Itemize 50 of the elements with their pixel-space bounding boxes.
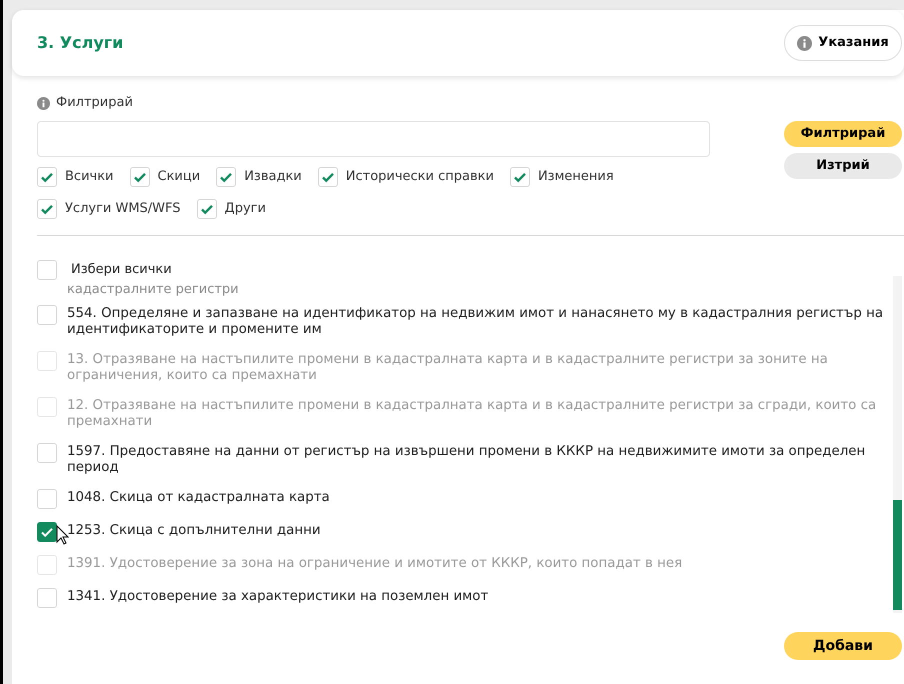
- scrollbar-thumb[interactable]: [893, 500, 902, 610]
- checkbox[interactable]: [37, 305, 57, 325]
- checkbox[interactable]: [37, 443, 57, 463]
- service-label: 1253. Скица с допълнителни данни: [67, 522, 321, 539]
- add-button[interactable]: Добави: [784, 632, 902, 660]
- info-icon: [797, 36, 812, 50]
- check-icon: [40, 525, 54, 539]
- list-item-text: кадастралните регистри: [66, 282, 240, 298]
- checkbox[interactable]: [37, 199, 57, 219]
- checkbox[interactable]: [216, 167, 236, 187]
- check-icon: [40, 170, 54, 184]
- cursor-icon: [56, 525, 69, 545]
- check-icon: [512, 170, 527, 184]
- category-label: Скици: [158, 168, 200, 186]
- checkbox[interactable]: [37, 167, 57, 187]
- section-title: 3. Услуги: [37, 32, 124, 54]
- check-icon: [320, 170, 335, 184]
- clear-button[interactable]: Изтрий: [784, 153, 902, 179]
- check-icon: [200, 202, 214, 216]
- checkbox[interactable]: [318, 167, 338, 187]
- select-all-label: Избери всички: [71, 261, 172, 280]
- category-label: Исторически справки: [346, 168, 494, 186]
- checkbox[interactable]: [37, 522, 57, 542]
- check-icon: [40, 202, 54, 216]
- category-label: Други: [224, 200, 266, 218]
- service-label: 1597. Предоставяне на данни от регистър на извършени промени в КККР на недвижимите имоти за определен период: [67, 443, 866, 476]
- service-label: 554. Определяне и запазване на идентификатор на недвижим имот и нанасянето му в кадастралния регистър на идентификаторите и промените им: [67, 305, 884, 338]
- checkbox[interactable]: [510, 167, 530, 187]
- category-label: Всички: [65, 168, 114, 186]
- filter-input[interactable]: [37, 121, 710, 157]
- check-icon: [219, 170, 234, 184]
- service-label: 1341. Удостоверение за характеристики на поземлен имот: [67, 588, 488, 605]
- scrollbar[interactable]: [893, 276, 902, 613]
- checkbox[interactable]: [37, 588, 57, 608]
- checkbox[interactable]: [196, 199, 217, 219]
- check-icon: [132, 170, 146, 184]
- filter-button[interactable]: Филтрирай: [784, 121, 902, 147]
- service-label: 13. Отразяване на настъпилите промени в кадастралната карта и в кадастралните регистри за зоните на ограничения, които са премахнати: [67, 351, 829, 384]
- filter-label: Филтрирай: [56, 94, 133, 112]
- info-icon: [37, 96, 50, 110]
- instructions-button[interactable]: Указания: [784, 25, 902, 61]
- checkbox[interactable]: [37, 489, 57, 509]
- category-label: Услуги WMS/WFS: [65, 200, 181, 218]
- service-label: 1048. Скица от кадастралната карта: [67, 489, 330, 506]
- checkbox[interactable]: [37, 260, 57, 280]
- category-label: Изменения: [538, 168, 614, 186]
- category-label: Извадки: [244, 168, 302, 186]
- service-label: 1391. Удостоверение за зона на ограничение и имотите от КККР, които попадат в нея: [67, 555, 682, 572]
- checkbox[interactable]: [130, 167, 150, 187]
- service-label: 12. Отразяване на настъпилите промени в кадастралната карта и в кадастралните регистри за сгради, които са премахнати: [67, 397, 878, 430]
